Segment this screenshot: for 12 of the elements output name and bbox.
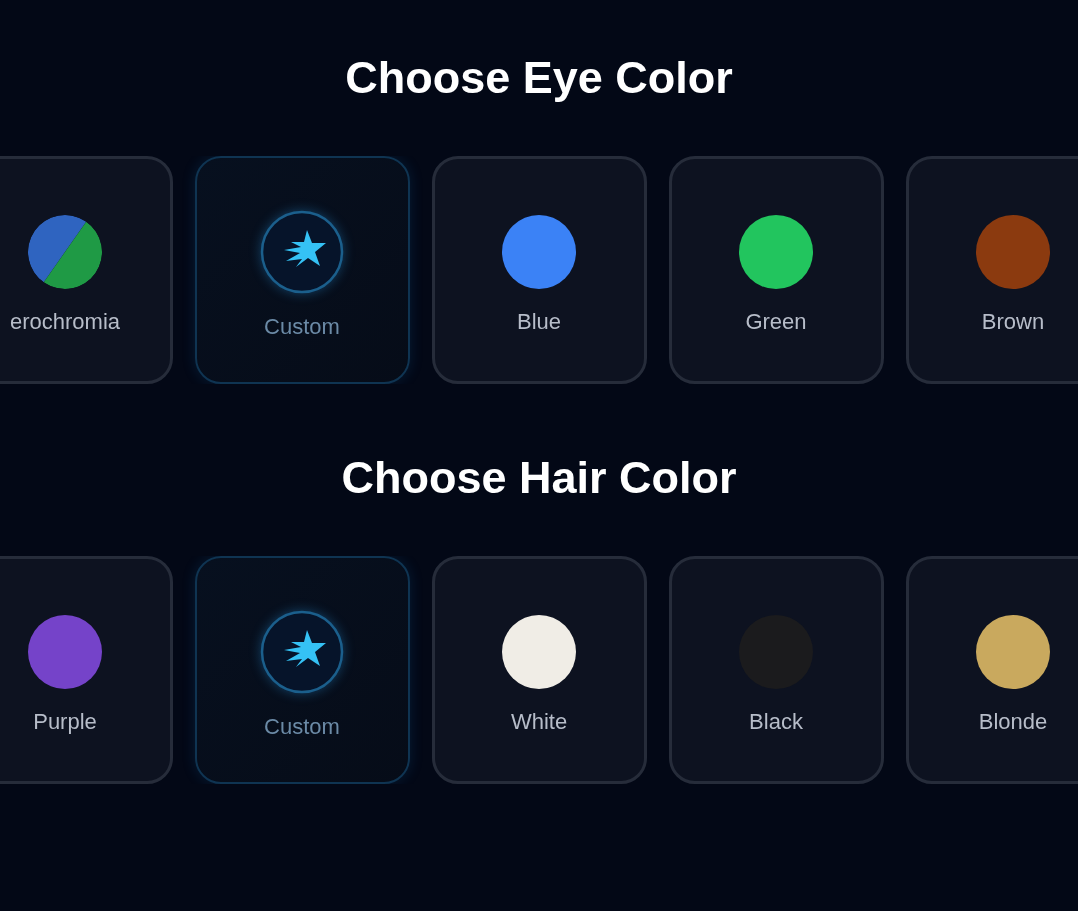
color-option[interactable]: Green xyxy=(668,156,884,384)
section-title: Choose Eye Color xyxy=(344,51,734,105)
color-option[interactable]: Custom xyxy=(194,556,410,784)
color-option[interactable]: Blue xyxy=(431,156,647,384)
color-option[interactable]: Black xyxy=(668,556,884,784)
color-option[interactable]: White xyxy=(431,556,647,784)
color-option[interactable]: Custom xyxy=(194,156,410,384)
color-option[interactable]: Brown xyxy=(905,156,1078,384)
color-option[interactable]: Purple xyxy=(0,556,173,784)
color-option[interactable]: Blonde xyxy=(905,556,1078,784)
section-title: Choose Hair Color xyxy=(340,451,738,505)
color-option[interactable]: erochromia xyxy=(0,156,173,384)
